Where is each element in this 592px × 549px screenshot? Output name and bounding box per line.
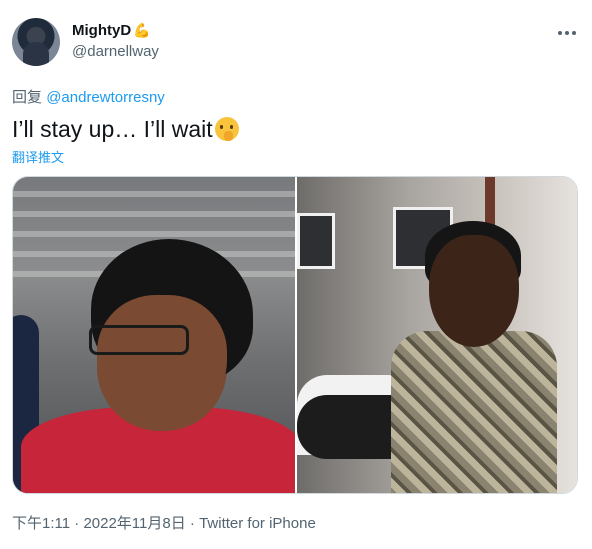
flexed-biceps-emoji-icon: 💪 [133, 22, 151, 38]
reply-context: 回复 @andrewtorresny [12, 86, 165, 107]
more-dots-icon [558, 31, 562, 35]
tweet-source[interactable]: Twitter for iPhone [199, 515, 316, 532]
photo-face [429, 235, 519, 347]
shushing-face-emoji-icon [214, 117, 239, 141]
background-stripe [13, 231, 295, 237]
background-stripe [13, 191, 295, 197]
media-grid [12, 176, 578, 494]
reply-prefix: 回复 [12, 89, 43, 106]
more-options-button[interactable] [552, 20, 582, 46]
photo-glasses [89, 325, 189, 355]
meta-separator: · [70, 515, 84, 532]
tweet-timestamp: 下午1:11 · 2022年11月8日 · Twitter for iPhone [12, 512, 316, 533]
photo-figure [391, 331, 557, 493]
reply-mention-link[interactable]: @andrewtorresny [46, 89, 165, 106]
photo-2[interactable] [297, 177, 577, 493]
author-display-name[interactable]: MightyD 💪 [72, 22, 151, 39]
tweet-date[interactable]: 2022年11月8日 [83, 515, 185, 532]
tweet-time[interactable]: 下午1:11 [12, 515, 70, 532]
photo-face [97, 295, 227, 421]
photo-1[interactable] [13, 177, 295, 493]
meta-separator: · [185, 515, 200, 532]
photo-wall-frame [297, 213, 335, 269]
background-stripe [13, 211, 295, 217]
translate-tweet-link[interactable]: 翻译推文 [12, 147, 64, 166]
author-handle[interactable]: @darnellway [72, 43, 159, 60]
tweet-body: I’ll stay up… I’ll wait [12, 116, 213, 142]
tweet-text: I’ll stay up… I’ll wait [12, 116, 239, 143]
avatar[interactable] [12, 18, 60, 66]
more-dot [565, 31, 569, 35]
display-name-text: MightyD [72, 22, 132, 39]
tweet: MightyD 💪 @darnellway 回复 @andrewtorresny … [0, 0, 592, 549]
more-dot [572, 31, 576, 35]
